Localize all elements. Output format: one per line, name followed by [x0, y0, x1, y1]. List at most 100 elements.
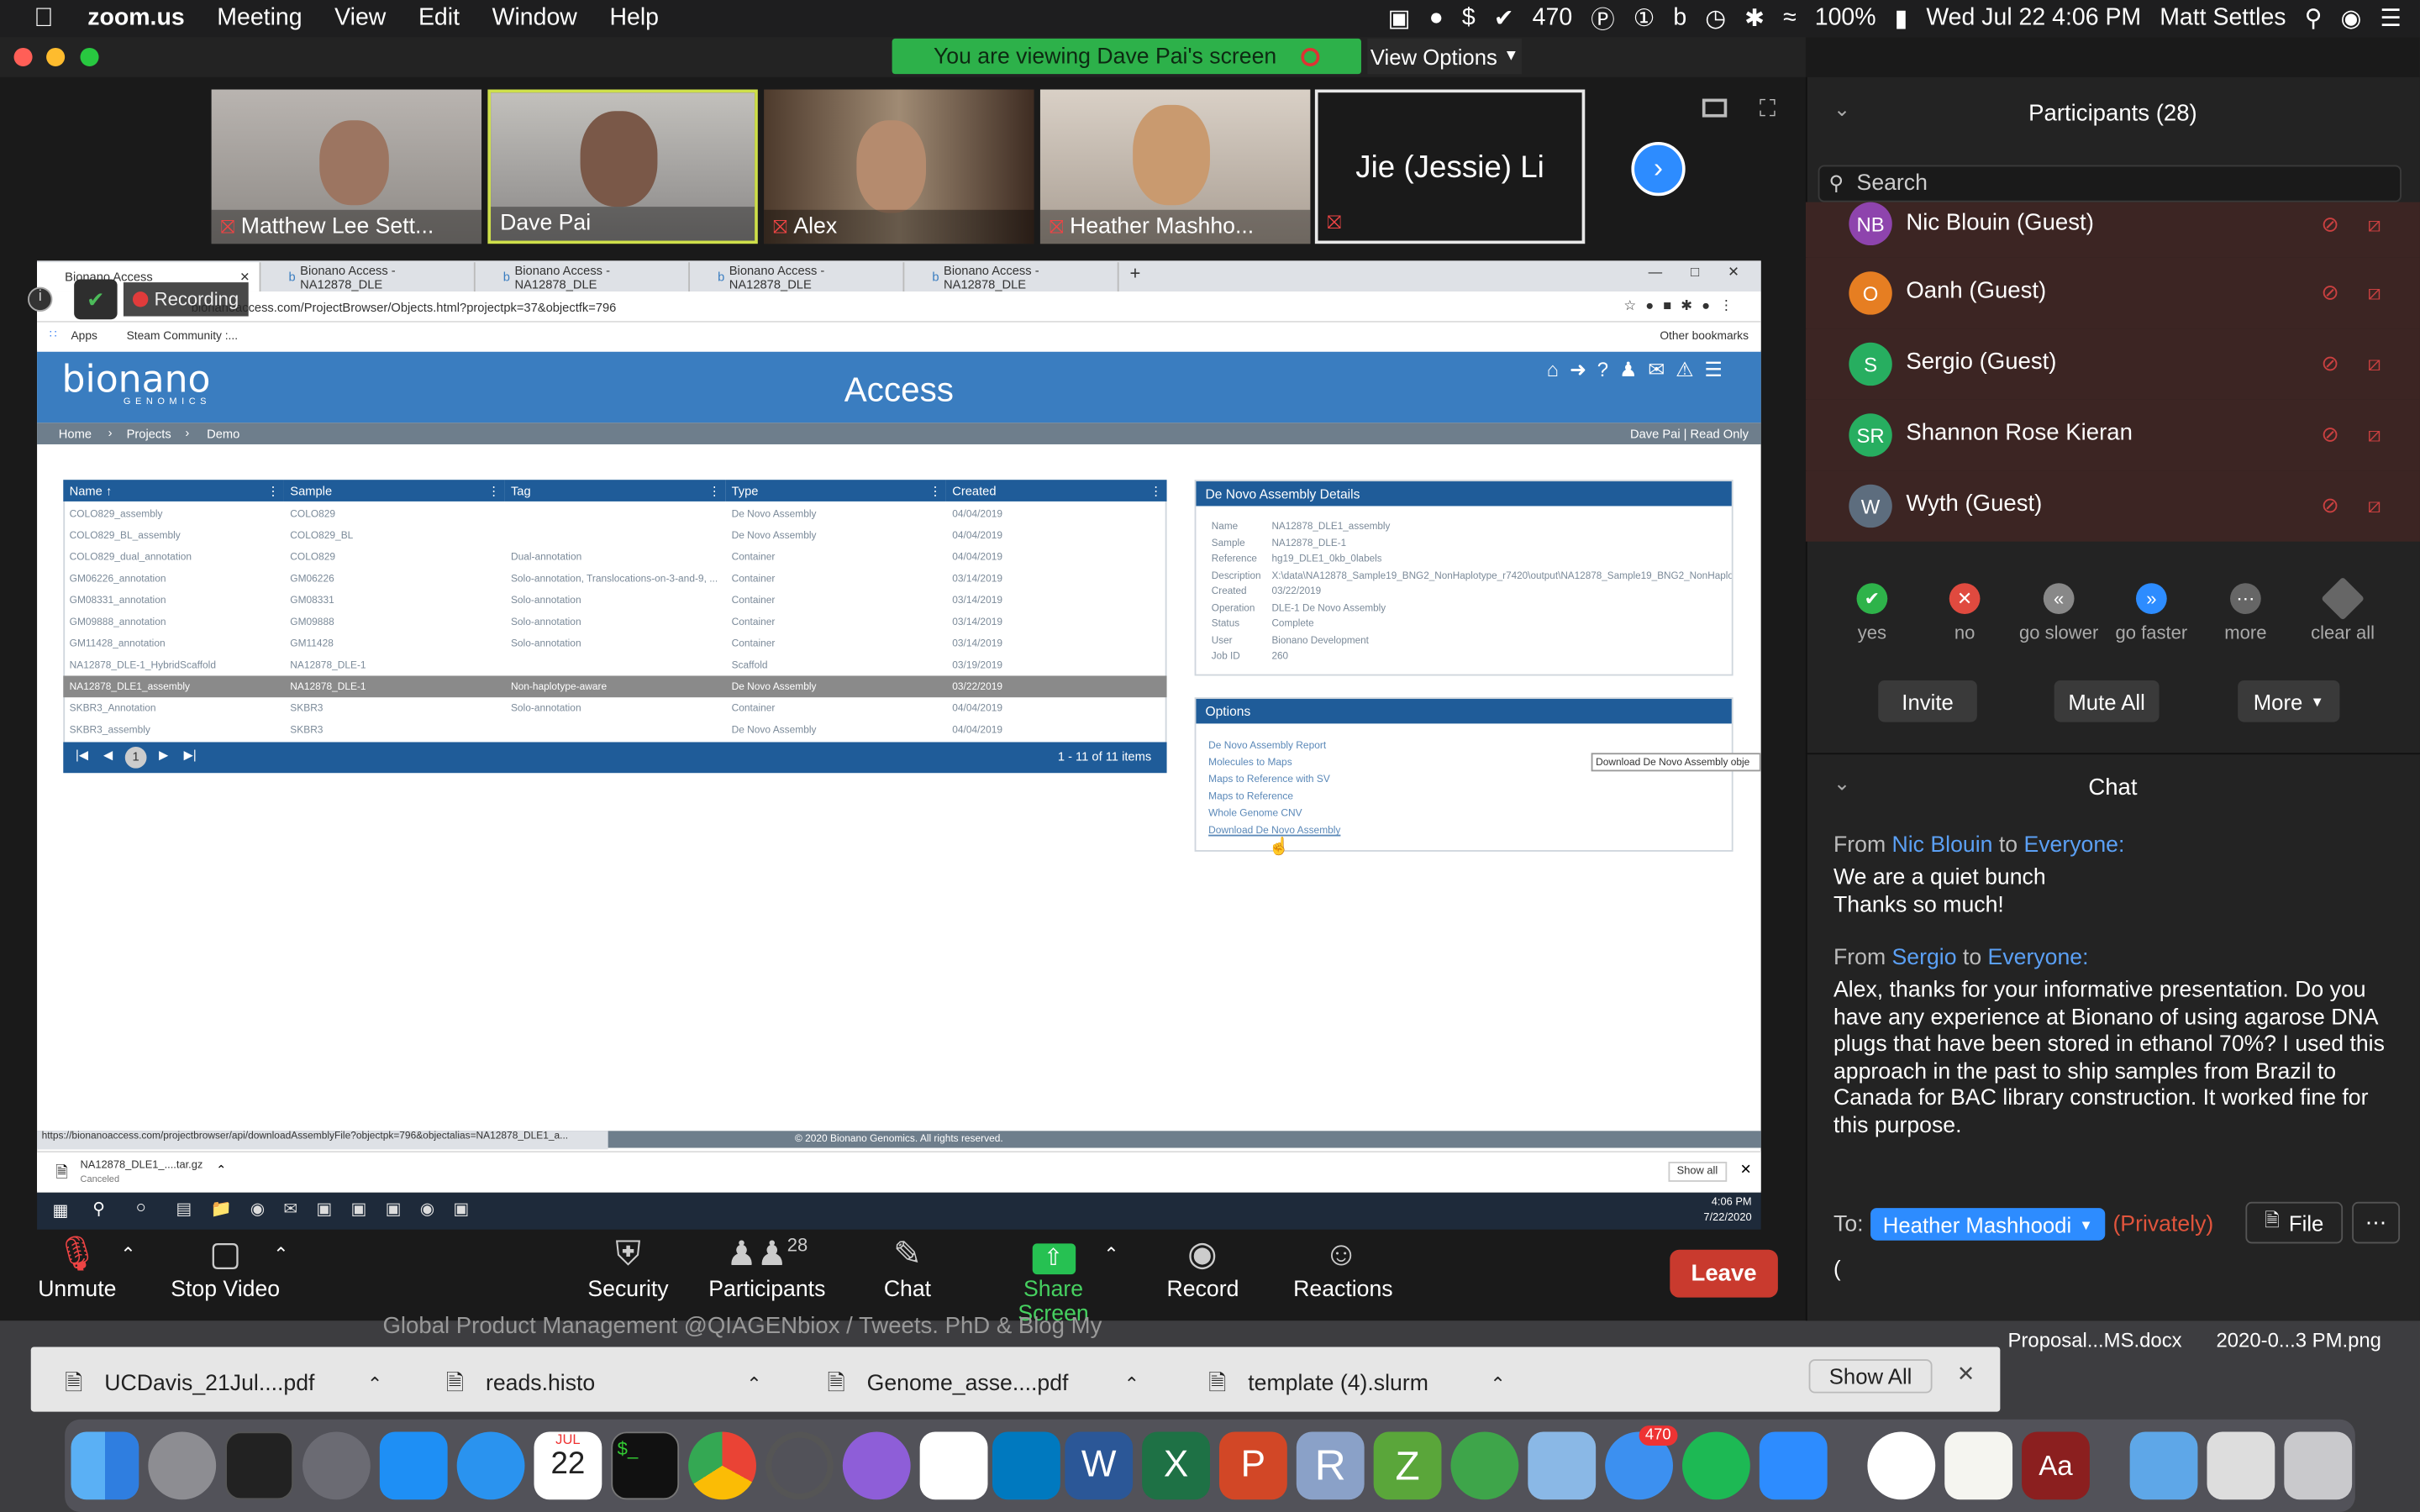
system-preferences-icon[interactable]	[148, 1431, 217, 1500]
last-page-icon[interactable]: ▶|	[184, 748, 197, 763]
next-page-icon[interactable]: ▶	[159, 748, 168, 763]
slack-icon[interactable]	[919, 1431, 988, 1500]
taskbar-apps-icons[interactable]: ▤📁◉✉▣▣▣◉▣	[176, 1199, 487, 1219]
zoom-icon[interactable]	[1759, 1431, 1828, 1500]
table-row[interactable]: NA12878_DLE1_assembly NA12878_DLE-1 Non-ha…	[63, 675, 1167, 698]
column-header-created[interactable]: Created ⋮	[945, 480, 1167, 501]
muted-mic-icon[interactable]: ⊘	[2321, 421, 2339, 447]
panel-divider[interactable]	[1805, 753, 2420, 755]
browser-tab[interactable]: b Bionano Access - NA12878_DLE	[904, 262, 1119, 292]
browser-extension-icons[interactable]: ☆●■✱●⋮	[1623, 297, 1742, 314]
video-tile[interactable]: ⛝ Alex	[764, 89, 1034, 244]
download-item[interactable]: 🗎 Genome_asse....pdf ⌃	[827, 1367, 1139, 1405]
mute-all-button[interactable]: Mute All	[2054, 680, 2160, 722]
leave-meeting-button[interactable]: Leave	[1670, 1249, 1778, 1298]
dollar-icon[interactable]: $	[1462, 5, 1476, 33]
column-header-sample[interactable]: Sample ⋮	[283, 480, 505, 501]
option-molecules-link[interactable]: Molecules to Maps	[1208, 758, 1292, 769]
menu-meeting[interactable]: Meeting	[217, 5, 302, 33]
video-tile[interactable]: ⛝ Matthew Lee Sett...	[211, 89, 482, 244]
participants-search-input[interactable]: ⚲ Search	[1818, 165, 2402, 202]
share-options-chevron[interactable]: ⌃	[1103, 1243, 1118, 1265]
clock-icon[interactable]: ◷	[1705, 4, 1726, 34]
table-row[interactable]: SKBR3_Annotation SKBR3 Solo-annotation Cont…	[63, 697, 1166, 719]
stop-indicator-icon[interactable]	[1301, 47, 1320, 66]
video-off-icon[interactable]: ⧄	[2367, 350, 2381, 376]
view-options-button[interactable]: View Options ▼	[1367, 38, 1522, 75]
download-chevron-icon[interactable]: ⌃	[746, 1373, 761, 1395]
bookmark-other[interactable]: Other bookmarks	[1660, 328, 1749, 343]
video-tile[interactable]: ⛝ Heather Mashho...	[1039, 89, 1311, 244]
chrome-icon[interactable]	[688, 1431, 756, 1500]
menu-edit[interactable]: Edit	[418, 5, 460, 33]
menubar-datetime[interactable]: Wed Jul 22 4:06 PM	[1926, 5, 2141, 33]
new-tab-icon[interactable]: +	[1129, 262, 1140, 284]
download-chevron-icon[interactable]: ⌃	[367, 1373, 382, 1395]
download-chevron-icon[interactable]: ⌃	[1124, 1373, 1139, 1395]
atom-icon[interactable]	[1450, 1431, 1519, 1500]
address-bar[interactable]: bionanoaccess.com/ProjectBrowser/Objects…	[37, 291, 1761, 323]
finder-icon[interactable]	[71, 1431, 139, 1500]
table-row[interactable]: COLO829_assembly COLO829 De Novo Assembly 0…	[63, 503, 1166, 525]
menu-help[interactable]: Help	[609, 5, 659, 33]
close-download-bar-icon[interactable]: ✕	[1740, 1162, 1752, 1179]
excel-icon[interactable]: X	[1142, 1431, 1210, 1500]
browser-tab[interactable]: b Bionano Access - NA12878_DLE	[476, 262, 691, 292]
close-window-button[interactable]	[13, 47, 33, 66]
feedback-no[interactable]: ✕ no	[1918, 583, 2011, 643]
download-item[interactable]: 🗎 template (4).slurm ⌃	[1208, 1367, 1506, 1405]
column-menu-icon[interactable]: ⋮	[267, 484, 280, 498]
muted-mic-icon[interactable]: ⊘	[2321, 492, 2339, 518]
option-cnv-link[interactable]: Whole Genome CNV	[1208, 808, 1302, 819]
muted-mic-icon[interactable]: ⊘	[2321, 212, 2339, 238]
apps-icon[interactable]: ∷	[50, 327, 57, 341]
column-header-type[interactable]: Type ⋮	[725, 480, 946, 501]
breadcrumb-home[interactable]: Home	[59, 428, 92, 442]
prev-page-icon[interactable]: ◀	[103, 748, 113, 763]
chat-more-button[interactable]: ⋯	[2352, 1201, 2401, 1244]
maximize-window-button[interactable]	[80, 47, 99, 66]
muted-mic-icon[interactable]: ⊘	[2321, 350, 2339, 376]
browser-tab[interactable]: b Bionano Access - NA12878_DLE	[690, 262, 905, 292]
one-password-icon[interactable]: ①	[1634, 4, 1655, 34]
control-center-icon[interactable]: ☰	[2380, 4, 2402, 34]
table-row[interactable]: COLO829_BL_assembly COLO829_BL De Novo Ass…	[63, 524, 1166, 546]
audio-options-chevron[interactable]: ⌃	[120, 1243, 135, 1265]
column-menu-icon[interactable]: ⋮	[929, 484, 942, 498]
video-options-chevron[interactable]: ⌃	[273, 1243, 288, 1265]
preview-icon[interactable]	[1528, 1431, 1597, 1500]
stop-video-button[interactable]: ▢ Stop Video	[170, 1234, 281, 1302]
table-row[interactable]: GM06226_annotation GM06226 Solo-annotation…	[63, 568, 1166, 590]
spotify-icon[interactable]	[1682, 1431, 1750, 1500]
zoom-info-icon[interactable]: i	[28, 286, 53, 312]
participants-button[interactable]: ♟♟28 Participants	[707, 1234, 827, 1302]
file-button[interactable]: 🗎 File	[2245, 1201, 2344, 1244]
show-all-button[interactable]: Show All	[1808, 1359, 1933, 1394]
muted-mic-icon[interactable]: ⊘	[2321, 279, 2339, 305]
feedback-yes[interactable]: ✔ yes	[1826, 583, 1918, 643]
option-report-link[interactable]: De Novo Assembly Report	[1208, 741, 1326, 752]
option-download-link[interactable]: Download De Novo Assembly	[1208, 826, 1340, 837]
security-button[interactable]: ⛨ Security	[583, 1234, 673, 1302]
video-tile-active-speaker[interactable]: Dave Pai	[487, 89, 758, 244]
terminal-icon[interactable]: $_	[611, 1431, 680, 1500]
url-text[interactable]: bionanoaccess.com/ProjectBrowser/Objects…	[192, 301, 617, 315]
video-off-icon[interactable]: ⧄	[2367, 492, 2381, 518]
breadcrumb-demo[interactable]: Demo	[207, 428, 239, 442]
column-menu-icon[interactable]: ⋮	[708, 484, 721, 498]
column-menu-icon[interactable]: ⋮	[1150, 484, 1162, 498]
textedit-icon[interactable]	[1944, 1431, 2013, 1500]
windows-start-icon[interactable]: ▦	[52, 1200, 68, 1221]
feedback-go-slower[interactable]: « go slower	[2012, 583, 2105, 643]
recording-indicator[interactable]: Recording	[123, 282, 249, 317]
loading-app-icon[interactable]	[765, 1431, 834, 1500]
downloads-folder-icon[interactable]	[2129, 1431, 2198, 1500]
unmute-button[interactable]: 🎙 Unmute	[31, 1234, 124, 1302]
column-menu-icon[interactable]: ⋮	[487, 484, 500, 498]
video-off-icon[interactable]: ⧄	[2367, 279, 2381, 305]
menu-app-name[interactable]: zoom.us	[87, 5, 184, 33]
menu-window[interactable]: Window	[492, 5, 577, 33]
reactions-button[interactable]: ☺ Reactions	[1293, 1234, 1392, 1302]
app-store-icon[interactable]	[379, 1431, 448, 1500]
chat-input[interactable]: (	[1818, 1250, 2405, 1296]
